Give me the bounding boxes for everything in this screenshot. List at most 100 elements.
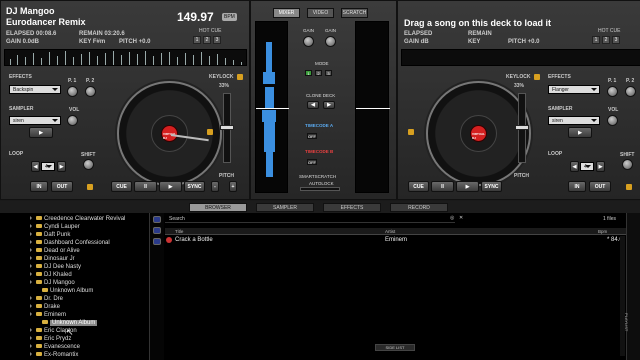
tree-item[interactable]: Unknown Album [42,287,93,295]
deck-left-sync-button[interactable]: SYNC [184,181,205,192]
column-title[interactable]: Title [175,228,183,235]
deck-left-cue-button[interactable]: CUE [111,181,132,192]
tab-video[interactable]: VIDEO [307,8,334,18]
deck-right-hotcue-2[interactable]: 2 [602,36,610,44]
playlist-panel[interactable]: PLAYLIST [624,213,640,360]
column-bpm[interactable]: Bpm [598,228,607,235]
deck-right-pitch-reset-icon[interactable] [408,129,414,135]
deck-right-p1-knob[interactable] [607,86,618,97]
tab-mixer[interactable]: MIXER [273,8,300,18]
clone-deck-left[interactable]: ◀ [307,101,319,109]
tree-item[interactable]: Dead or Alive [30,247,80,255]
deck-right-platter[interactable]: VIRTUAL DJ [426,81,531,186]
playlist-icon[interactable] [153,227,161,234]
tab-effects[interactable]: EFFECTS [323,203,381,212]
deck-right-pitch-slider[interactable] [515,125,529,130]
deck-right-keylock-icon[interactable] [534,74,540,80]
tree-item[interactable]: Dr. Dre [30,295,63,303]
column-artist[interactable]: Artist [385,228,395,235]
deck-left-loop-in[interactable]: IN [30,181,48,192]
deck-left-shift-knob[interactable] [83,159,94,170]
table-row[interactable]: Crack a Bottle Eminem * 84.0 [165,236,626,244]
deck-right-effect-select[interactable]: Flanger [548,85,600,94]
mixer-waveform-left[interactable] [255,21,289,193]
deck-right-hotcue-1[interactable]: 1 [592,36,600,44]
deck-right-sampler-play[interactable]: ▶ [568,127,592,138]
deck-left-pitch-reset-icon[interactable] [207,129,213,135]
deck-left-keylock-icon[interactable] [237,74,243,80]
deck-left-loop-up[interactable]: ▶ [57,161,66,172]
mixer-waveform-right[interactable] [355,21,390,193]
search-clear-icon[interactable]: ✕ [459,215,463,221]
deck-left-p2-knob[interactable] [85,86,96,97]
deck-left-loop-out[interactable]: OUT [51,181,73,192]
tree-item-selected[interactable]: Unknown Album [42,319,98,327]
deck-left-hotcue-3[interactable]: 3 [213,36,221,44]
deck-left-hotcue-1[interactable]: 1 [193,36,201,44]
tree-item[interactable]: Drake [30,303,60,311]
clone-deck-right[interactable]: ▶ [323,101,335,109]
tree-item[interactable]: DJ Mangoo [30,279,75,287]
tree-item[interactable]: Cyndi Lauper [30,223,80,231]
deck-right-loop-down[interactable]: ◀ [570,161,579,172]
deck-right-sync-button[interactable]: SYNC [481,181,502,192]
deck-right-loop-out[interactable]: OUT [589,181,611,192]
deck-left-pitch-up[interactable]: + [229,181,237,192]
tab-sampler[interactable]: SAMPLER [256,203,314,212]
mixer-mode-2[interactable]: 2 [315,70,322,76]
tree-item[interactable]: Eminem [30,311,66,319]
timecode-b-toggle[interactable]: OFF [307,159,317,165]
deck-left-sampler-select[interactable]: siren [9,116,61,125]
deck-left-bpm-button[interactable]: BPM [222,13,237,21]
deck-left-vol-knob[interactable] [67,115,78,126]
deck-right-loop-in[interactable]: IN [568,181,586,192]
deck-right-shift-knob[interactable] [622,159,633,170]
timecode-a-toggle[interactable]: OFF [307,133,317,139]
mixer-gain-left-knob[interactable] [303,36,314,47]
tree-item[interactable]: Ex-Romantix [30,351,78,359]
deck-right-loop-lock-icon[interactable] [626,184,632,190]
deck-left-waveform[interactable] [4,49,247,66]
deck-right-loop-value[interactable]: 4 [580,162,594,171]
tab-browser[interactable]: BROWSER [189,203,247,212]
tree-item[interactable]: DJ Khaled [30,271,72,279]
deck-left-pitch-slider[interactable] [220,125,234,130]
side-list-toggle[interactable]: SIDE LIST [375,344,415,351]
deck-right-cue-button[interactable]: CUE [408,181,429,192]
deck-right-loop-up[interactable]: ▶ [596,161,605,172]
deck-right-p2-knob[interactable] [625,86,636,97]
deck-left-p1-knob[interactable] [67,86,78,97]
tree-item[interactable]: Dashboard Confessional [30,239,110,247]
deck-right-sampler-select[interactable]: siren [548,116,600,125]
deck-right-waveform[interactable] [401,49,640,66]
tree-item[interactable]: DJ Dee Nasty [30,263,81,271]
deck-left-loop-down[interactable]: ◀ [31,161,40,172]
tree-item[interactable]: Evanescence [30,343,80,351]
mixer-mode-1[interactable]: 1 [305,70,312,76]
search-input[interactable]: Search [165,215,455,223]
deck-left-play-button[interactable]: ▶ [159,181,182,192]
deck-left-sampler-play[interactable]: ▶ [29,127,53,138]
deck-left-pitch-down[interactable]: - [211,181,219,192]
deck-left-effect-select[interactable]: Backspin [9,85,61,94]
file-list-scrollbar[interactable] [620,236,625,356]
search-db-icon[interactable] [153,216,161,223]
history-icon[interactable] [153,238,161,245]
deck-left-loop-lock-icon[interactable] [87,184,93,190]
tree-item[interactable]: Creedence Clearwater Revival [30,215,125,223]
tab-scratch[interactable]: SCRATCH [341,8,368,18]
mixer-gain-right-knob[interactable] [325,36,336,47]
deck-right-pause-button[interactable]: II [431,181,454,192]
mixer-mode-3[interactable]: 3 [325,70,332,76]
deck-right-play-button[interactable]: ▶ [456,181,479,192]
search-options-icon[interactable]: ◎ [450,215,454,221]
deck-left-pause-button[interactable]: II [134,181,157,192]
deck-left-loop-value[interactable]: 4 [41,162,55,171]
tab-record[interactable]: RECORD [390,203,448,212]
tree-item[interactable]: Dinosaur Jr [30,255,75,263]
deck-left-hotcue-2[interactable]: 2 [203,36,211,44]
tree-item[interactable]: Daft Punk [30,231,70,239]
deck-right-hotcue-3[interactable]: 3 [612,36,620,44]
crossfader-track[interactable] [300,187,340,191]
deck-right-vol-knob[interactable] [607,115,618,126]
